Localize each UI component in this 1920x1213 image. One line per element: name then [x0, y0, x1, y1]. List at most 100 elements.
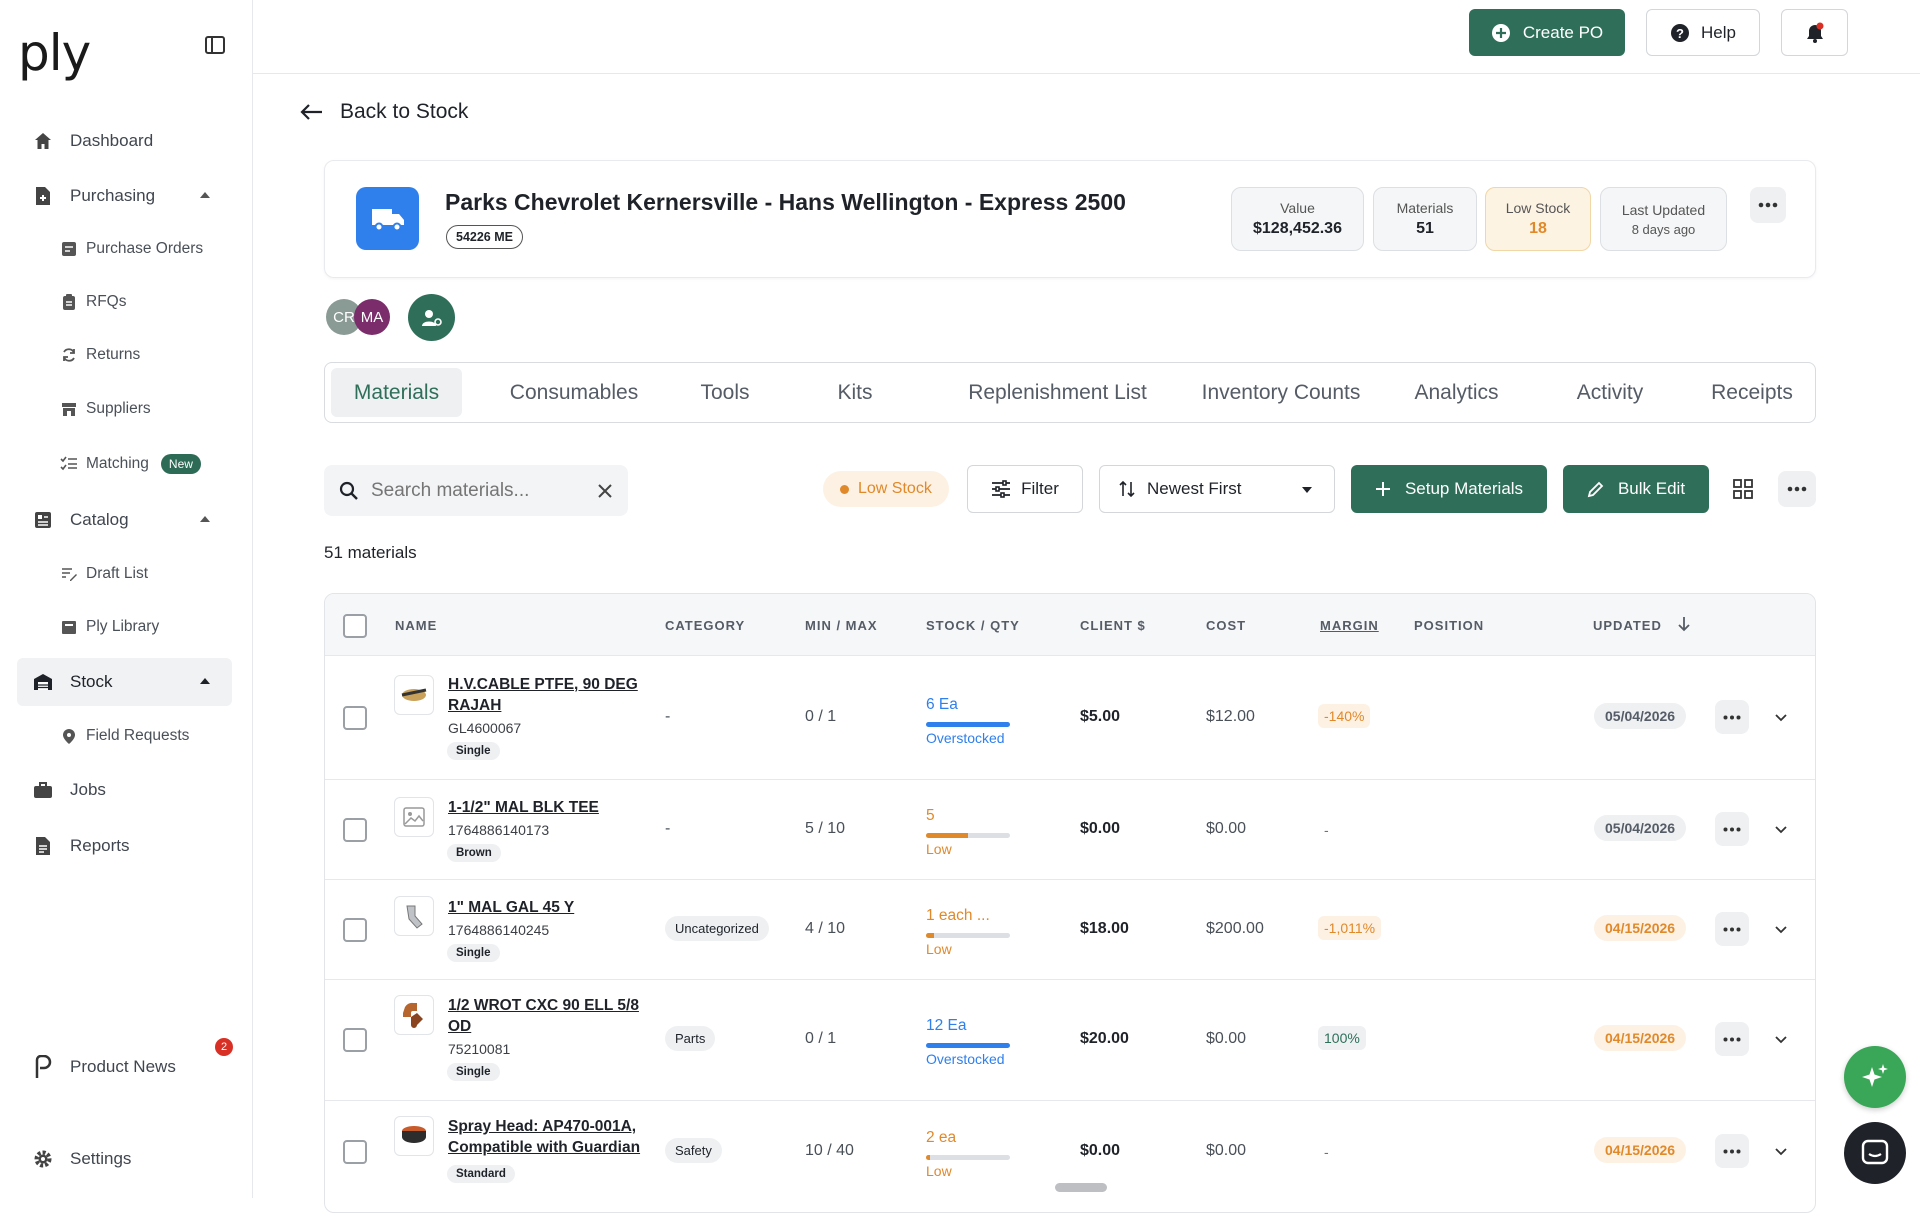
- sort-dropdown[interactable]: Newest First: [1099, 465, 1335, 513]
- sidebar-item-returns[interactable]: Returns: [60, 335, 140, 375]
- product-name-link[interactable]: 1-1/2" MAL BLK TEE: [448, 797, 648, 818]
- svg-text:?: ?: [1676, 26, 1684, 41]
- sidebar-item-rfqs[interactable]: RFQs: [60, 282, 126, 322]
- toolbar-more-button[interactable]: [1778, 471, 1816, 507]
- sidebar-item-dashboard[interactable]: Dashboard: [17, 117, 232, 165]
- column-header-stock-qty[interactable]: STOCK / QTY: [926, 618, 1020, 633]
- sidebar-item-field-requests[interactable]: Field Requests: [60, 716, 189, 756]
- sidebar-item-product-news[interactable]: Product News: [17, 1043, 232, 1091]
- chevron-down-icon[interactable]: [1774, 711, 1788, 725]
- chevron-down-icon[interactable]: [1774, 1145, 1788, 1159]
- column-header-cost[interactable]: COST: [1206, 618, 1246, 633]
- stock-status: Low: [926, 1163, 952, 1179]
- notifications-button[interactable]: [1781, 9, 1848, 56]
- stat-amount: 51: [1416, 220, 1434, 237]
- header-more-button[interactable]: [1750, 187, 1786, 223]
- clear-search-icon[interactable]: [597, 483, 613, 499]
- column-header-client-price[interactable]: CLIENT $: [1080, 618, 1146, 633]
- sidebar-item-label: Purchasing: [70, 186, 156, 205]
- category-badge: Safety: [665, 1138, 722, 1163]
- sidebar: ply Dashboard Purchasing Purchase Orders…: [0, 0, 253, 1198]
- help-button[interactable]: ? Help: [1646, 9, 1760, 56]
- sidebar-toggle-icon[interactable]: [204, 34, 230, 60]
- select-all-checkbox[interactable]: [343, 614, 367, 638]
- search-input[interactable]: [371, 479, 591, 502]
- sidebar-item-ply-library[interactable]: Ply Library: [60, 607, 159, 647]
- sidebar-item-matching[interactable]: Matching New: [60, 444, 201, 484]
- chat-support-button[interactable]: [1844, 1122, 1906, 1184]
- row-checkbox[interactable]: [343, 918, 367, 942]
- tab-tools[interactable]: Tools: [675, 368, 775, 417]
- row-checkbox[interactable]: [343, 1140, 367, 1164]
- stat-amount: 18: [1529, 220, 1547, 237]
- product-name-link[interactable]: Spray Head: AP470-001A, Compatible with …: [448, 1116, 648, 1158]
- sidebar-item-catalog[interactable]: Catalog: [17, 496, 232, 544]
- column-header-name[interactable]: NAME: [395, 618, 437, 633]
- product-thumbnail: [394, 675, 434, 715]
- row-more-button[interactable]: [1715, 1134, 1749, 1168]
- table-row[interactable]: 1/2 WROT CXC 90 ELL 5/8 OD 75210081 Sing…: [325, 979, 1815, 1100]
- tab-consumables[interactable]: Consumables: [483, 368, 665, 417]
- table-row[interactable]: 1-1/2" MAL BLK TEE 1764886140173 Brown -…: [325, 779, 1815, 879]
- sidebar-item-draft-list[interactable]: Draft List: [60, 554, 148, 594]
- stat-label: Value: [1280, 200, 1315, 216]
- column-header-updated[interactable]: UPDATED: [1593, 618, 1662, 633]
- column-header-position[interactable]: POSITION: [1414, 618, 1484, 633]
- tab-replenishment-list[interactable]: Replenishment List: [950, 368, 1165, 417]
- stat-materials: Materials 51: [1373, 187, 1477, 251]
- row-more-button[interactable]: [1715, 812, 1749, 846]
- tab-materials[interactable]: Materials: [331, 368, 462, 417]
- tab-analytics[interactable]: Analytics: [1404, 368, 1509, 417]
- chevron-down-icon[interactable]: [1774, 823, 1788, 837]
- avatar[interactable]: MA: [354, 299, 390, 335]
- product-name-link[interactable]: H.V.CABLE PTFE, 90 DEG RAJAH: [448, 674, 648, 716]
- table-row[interactable]: 1" MAL GAL 45 Y 1764886140245 Single Unc…: [325, 879, 1815, 979]
- sidebar-item-jobs[interactable]: Jobs: [17, 766, 232, 814]
- sidebar-item-stock[interactable]: Stock: [17, 658, 232, 706]
- create-po-button[interactable]: Create PO: [1469, 9, 1625, 56]
- row-more-button[interactable]: [1715, 700, 1749, 734]
- sidebar-item-reports[interactable]: Reports: [17, 822, 232, 870]
- column-header-category[interactable]: CATEGORY: [665, 618, 745, 633]
- chevron-down-icon[interactable]: [1774, 923, 1788, 937]
- tab-receipts[interactable]: Receipts: [1697, 368, 1807, 417]
- sidebar-item-settings[interactable]: Settings: [17, 1135, 232, 1183]
- grid-view-icon[interactable]: [1730, 476, 1756, 502]
- sort-descending-icon[interactable]: [1677, 616, 1691, 632]
- horizontal-scrollbar[interactable]: [1055, 1183, 1107, 1192]
- help-label: Help: [1701, 22, 1736, 42]
- ply-logo[interactable]: ply: [18, 24, 91, 82]
- tab-activity[interactable]: Activity: [1562, 368, 1658, 417]
- row-checkbox[interactable]: [343, 818, 367, 842]
- min-max-value: 0 / 1: [805, 1030, 837, 1047]
- table-row[interactable]: H.V.CABLE PTFE, 90 DEG RAJAH GL4600067 S…: [325, 655, 1815, 779]
- column-header-margin[interactable]: MARGIN: [1320, 618, 1379, 633]
- sidebar-item-purchasing[interactable]: Purchasing: [17, 172, 232, 220]
- row-more-button[interactable]: [1715, 912, 1749, 946]
- sidebar-item-suppliers[interactable]: Suppliers: [60, 389, 151, 429]
- product-thumbnail: [394, 1116, 434, 1156]
- product-name-link[interactable]: 1/2 WROT CXC 90 ELL 5/8 OD: [448, 995, 648, 1037]
- column-header-min-max[interactable]: MIN / MAX: [805, 618, 878, 633]
- stock-qty: 5: [926, 807, 935, 824]
- home-icon: [31, 129, 55, 153]
- table-row[interactable]: Spray Head: AP470-001A, Compatible with …: [325, 1100, 1815, 1212]
- row-checkbox[interactable]: [343, 706, 367, 730]
- filter-button[interactable]: Filter: [967, 465, 1083, 513]
- row-more-button[interactable]: [1715, 1022, 1749, 1056]
- ai-assistant-button[interactable]: [1844, 1046, 1906, 1108]
- low-stock-filter-chip[interactable]: Low Stock: [823, 471, 949, 507]
- manage-users-button[interactable]: [408, 294, 455, 341]
- setup-materials-button[interactable]: Setup Materials: [1351, 465, 1547, 513]
- tab-inventory-counts[interactable]: Inventory Counts: [1191, 368, 1371, 417]
- sidebar-item-purchase-orders[interactable]: Purchase Orders: [60, 229, 203, 269]
- row-checkbox[interactable]: [343, 1028, 367, 1052]
- tab-kits[interactable]: Kits: [815, 368, 895, 417]
- product-name-link[interactable]: 1" MAL GAL 45 Y: [448, 897, 648, 918]
- bulk-edit-button[interactable]: Bulk Edit: [1563, 465, 1709, 513]
- sidebar-item-label: Settings: [70, 1149, 132, 1168]
- back-to-stock-link[interactable]: Back to Stock: [300, 100, 468, 124]
- category-badge: Parts: [665, 1026, 716, 1051]
- stat-low-stock[interactable]: Low Stock 18: [1485, 187, 1591, 251]
- chevron-down-icon[interactable]: [1774, 1033, 1788, 1047]
